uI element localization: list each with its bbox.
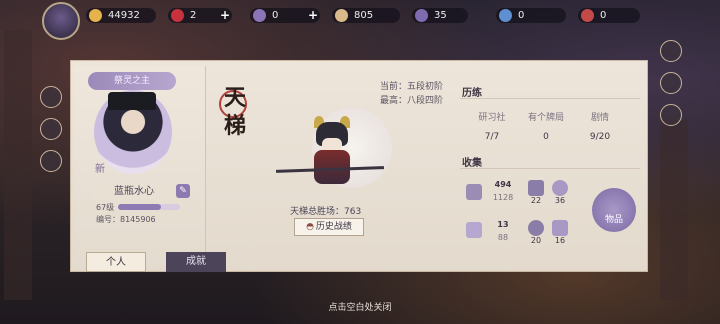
total-wins: 天梯总胜场：763 xyxy=(290,207,362,217)
player-uid: 编号：8145906 xyxy=(96,215,156,224)
player-name: 蓝瓶水心 xyxy=(114,186,154,197)
coin-icon xyxy=(89,9,102,22)
resource-stamina: 2 + xyxy=(168,8,232,23)
history-label: 历史战绩 xyxy=(315,222,352,232)
side-menu-icon[interactable] xyxy=(40,86,62,108)
history-record-button[interactable]: ◓ 历史战绩 xyxy=(294,218,364,236)
player-title-badge: 祭灵之主 xyxy=(88,72,176,90)
player-avatar[interactable] xyxy=(42,2,80,40)
token-value: 0 xyxy=(600,10,607,21)
side-menu-icon[interactable] xyxy=(40,150,62,172)
stat-value: 0 xyxy=(543,132,549,142)
skins-c-value: 16 xyxy=(554,236,566,245)
cards-c-value: 36 xyxy=(554,196,566,205)
goods-button[interactable]: 物品 xyxy=(592,188,636,232)
side-menu-icon[interactable] xyxy=(660,40,682,62)
cards-value: 494 xyxy=(494,180,512,189)
player-level: 67级 xyxy=(96,203,115,212)
side-menu-icon[interactable] xyxy=(40,118,62,140)
goods-label: 物品 xyxy=(604,215,623,225)
token-icon xyxy=(581,9,594,22)
resource-jade: 0 + xyxy=(250,8,320,23)
portrait-hat xyxy=(108,92,156,110)
level-progress-bar xyxy=(118,204,180,210)
side-menu-icon[interactable] xyxy=(660,72,682,94)
add-stamina-button[interactable]: + xyxy=(220,8,230,23)
warrior-figure xyxy=(310,116,354,190)
resource-bar: 44932 2 + 0 + 805 35 0 0 xyxy=(0,0,720,40)
jade-value: 0 xyxy=(272,10,279,21)
add-jade-button[interactable]: + xyxy=(308,8,318,23)
divider xyxy=(460,168,640,169)
stat-label: 剧情 xyxy=(590,113,609,123)
crystal-value: 0 xyxy=(518,10,525,21)
scroll-value: 805 xyxy=(354,10,374,21)
tab-achievement[interactable]: 成就 xyxy=(166,252,226,272)
experience-title: 历练 xyxy=(462,88,482,99)
divider xyxy=(460,98,640,99)
scroll-icon xyxy=(335,9,348,22)
stamina-value: 2 xyxy=(190,10,197,21)
crystal-icon xyxy=(499,9,512,22)
portrait-icon xyxy=(552,180,568,196)
history-icon: ◓ xyxy=(306,222,314,232)
resource-crystal: 0 xyxy=(496,8,566,23)
bell-icon xyxy=(552,220,568,236)
spirit-icon xyxy=(528,220,544,236)
skins-total: 88 xyxy=(497,233,509,242)
goods-icon xyxy=(592,188,636,212)
tab-personal[interactable]: 个人 xyxy=(86,252,146,272)
level-progress-fill xyxy=(118,204,162,210)
side-menu-icon[interactable] xyxy=(660,104,682,126)
card-collection-icon xyxy=(466,184,482,200)
stat-label: 研习社 xyxy=(478,113,506,123)
resource-scroll: 805 xyxy=(332,8,400,23)
edit-name-button[interactable]: ✎ xyxy=(176,184,190,198)
resource-moon: 35 xyxy=(412,8,468,23)
background-pillar xyxy=(4,30,32,300)
stat-label: 有个牌局 xyxy=(527,113,564,123)
stat-value: 9/20 xyxy=(589,132,611,142)
coin-value: 44932 xyxy=(108,10,140,21)
skin-collection-icon xyxy=(466,222,482,238)
card-icon xyxy=(528,180,544,196)
resource-coin: 44932 xyxy=(86,8,156,23)
collection-title: 收集 xyxy=(462,158,482,169)
rank-info: 当前：五段初阶 最高：八段四阶 xyxy=(380,80,443,108)
highest-rank: 最高：八段四阶 xyxy=(380,96,444,106)
moon-icon xyxy=(415,9,428,22)
background-pillar xyxy=(660,120,688,300)
resource-token: 0 xyxy=(578,8,640,23)
moon-value: 35 xyxy=(434,10,447,21)
ranked-mode-title: 天梯 xyxy=(224,85,247,139)
current-rank: 当前：五段初阶 xyxy=(380,82,444,92)
new-badge: 新 xyxy=(95,164,105,175)
skins-value: 13 xyxy=(497,220,509,229)
stat-value: 7/7 xyxy=(484,132,500,142)
cards-total: 1128 xyxy=(492,193,514,202)
close-hint[interactable]: 点击空白处关闭 xyxy=(0,300,720,313)
jade-icon xyxy=(253,9,266,22)
heart-icon xyxy=(171,9,184,22)
